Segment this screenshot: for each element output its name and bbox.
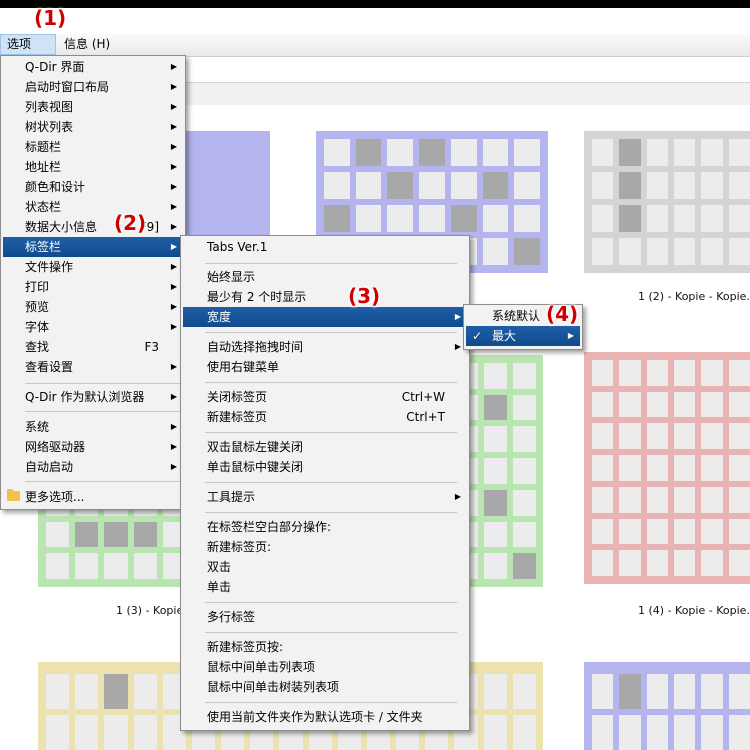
- menu-item-qdir-ui[interactable]: Q-Dir 界面 ▶: [3, 57, 183, 77]
- menu-item-find[interactable]: 查找 F3: [3, 337, 183, 357]
- tabbar-submenu: Tabs Ver.1 始终显示 最少有 2 个时显示 宽度 ▶ 自动选择拖拽时间 ▶…: [180, 235, 470, 731]
- menu-item-startup-layout[interactable]: 启动时窗口布局 ▶: [3, 77, 183, 97]
- menu-item-close-tab[interactable]: 关闭标签页 Ctrl+W: [183, 387, 467, 407]
- menu-item-more-options[interactable]: 更多选项...: [3, 487, 183, 507]
- submenu-arrow-icon: ▶: [170, 462, 177, 471]
- submenu-arrow-icon: ▶: [170, 392, 177, 401]
- menu-options[interactable]: 选项 (X): [0, 34, 56, 70]
- folder-icon: [7, 489, 20, 501]
- menu-item-view-settings[interactable]: 查看设置 ▶: [3, 357, 183, 377]
- annotation-marker-1: (1): [34, 6, 67, 30]
- menu-separator: [205, 702, 457, 703]
- menu-item-new-tab[interactable]: 新建标签页 Ctrl+T: [183, 407, 467, 427]
- submenu-arrow-icon: ▶: [170, 142, 177, 151]
- menu-separator: [205, 482, 457, 483]
- menu-item-multiline-tabs[interactable]: 多行标签: [183, 607, 467, 627]
- menu-item-tooltips[interactable]: 工具提示 ▶: [183, 487, 467, 507]
- menu-item-preview[interactable]: 预览 ▶: [3, 297, 183, 317]
- menu-item-print[interactable]: 打印 ▶: [3, 277, 183, 297]
- submenu-arrow-icon: ▶: [170, 162, 177, 171]
- menu-item-list-view[interactable]: 列表视图 ▶: [3, 97, 183, 117]
- menu-item-address-bar[interactable]: 地址栏 ▶: [3, 157, 183, 177]
- submenu-arrow-icon: ▶: [170, 302, 177, 311]
- menu-item-default-browser[interactable]: Q-Dir 作为默认浏览器 ▶: [3, 387, 183, 407]
- submenu-arrow-icon: ▶: [454, 312, 461, 321]
- menu-item-width[interactable]: 宽度 ▶: [183, 307, 467, 327]
- submenu-arrow-icon: ▶: [170, 362, 177, 371]
- menu-item-middle-click-close[interactable]: 单击鼠标中键关闭: [183, 457, 467, 477]
- annotation-marker-4: (4): [546, 302, 579, 326]
- submenu-arrow-icon: ▶: [170, 102, 177, 111]
- options-menu: Q-Dir 界面 ▶ 启动时窗口布局 ▶ 列表视图 ▶ 树状列表 ▶ 标题栏 ▶ 地址栏 ▶…: [0, 55, 186, 510]
- menu-item-blank-area-action: 在标签栏空白部分操作:: [207, 520, 332, 534]
- window-top-strip: [0, 0, 750, 8]
- submenu-arrow-icon: ▶: [170, 262, 177, 271]
- menu-item-show-min-two[interactable]: 最少有 2 个时显示: [183, 287, 467, 307]
- menu-item-middle-click-list-item[interactable]: 鼠标中间单击列表项: [183, 657, 467, 677]
- menu-item-use-context-menu[interactable]: 使用右键菜单: [183, 357, 467, 377]
- menu-item-file-operations[interactable]: 文件操作 ▶: [3, 257, 183, 277]
- menu-item-use-current-folder-default[interactable]: 使用当前文件夹作为默认选项卡 / 文件夹: [183, 707, 467, 727]
- file-label[interactable]: 1 (2) - Kopie - Kopie.p: [638, 290, 750, 303]
- menu-separator: [25, 411, 181, 412]
- submenu-arrow-icon: ▶: [170, 422, 177, 431]
- menu-item-double-click[interactable]: 双击: [183, 557, 467, 577]
- submenu-arrow-icon: ▶: [567, 331, 574, 340]
- menu-item-tab-bar[interactable]: 标签栏 ▶: [3, 237, 183, 257]
- submenu-arrow-icon: ▶: [170, 322, 177, 331]
- menu-item-tree-list[interactable]: 树状列表 ▶: [3, 117, 183, 137]
- annotation-marker-2: (2): [114, 211, 147, 235]
- menu-item-middle-click-tree-item[interactable]: 鼠标中间单击树装列表项: [183, 677, 467, 697]
- menu-separator: [205, 263, 457, 264]
- menu-item-new-tab-heading: 新建标签页:: [207, 540, 272, 554]
- menu-separator: [205, 512, 457, 513]
- menu-item-dblclick-left-close[interactable]: 双击鼠标左键关闭: [183, 437, 467, 457]
- submenu-arrow-icon: ▶: [170, 242, 177, 251]
- submenu-arrow-icon: ▶: [170, 82, 177, 91]
- menu-item-maximum[interactable]: ✓ 最大 ▶: [466, 326, 580, 346]
- thumbnail-blue-bottom[interactable]: [580, 662, 750, 750]
- menu-item-data-size-info[interactable]: 数据大小信息 F9] ▶: [3, 217, 183, 237]
- thumbnail-red[interactable]: [580, 352, 750, 584]
- menu-item-single-click[interactable]: 单击: [183, 577, 467, 597]
- submenu-arrow-icon: ▶: [170, 62, 177, 71]
- menu-item-system[interactable]: 系统 ▶: [3, 417, 183, 437]
- menu-separator: [205, 632, 457, 633]
- submenu-arrow-icon: ▶: [170, 282, 177, 291]
- submenu-arrow-icon: ▶: [170, 202, 177, 211]
- submenu-arrow-icon: ▶: [170, 442, 177, 451]
- menu-item-always-show[interactable]: 始终显示: [183, 267, 467, 287]
- file-label[interactable]: 1 (3) - Kopie: [116, 604, 183, 617]
- checkmark-icon: ✓: [472, 329, 483, 343]
- menu-separator: [205, 602, 457, 603]
- submenu-arrow-icon: ▶: [454, 342, 461, 351]
- menu-separator: [205, 332, 457, 333]
- menu-item-auto-select-drag-time[interactable]: 自动选择拖拽时间 ▶: [183, 337, 467, 357]
- annotation-marker-3: (3): [348, 284, 381, 308]
- file-label[interactable]: 1 (4) - Kopie - Kopie.p: [638, 604, 750, 617]
- menu-info[interactable]: 信息 (H): [58, 34, 116, 55]
- submenu-arrow-icon: ▶: [170, 222, 177, 231]
- menu-item-colors-design[interactable]: 颜色和设计 ▶: [3, 177, 183, 197]
- menu-separator: [25, 383, 181, 384]
- menu-item-new-tab-by: 新建标签页按:: [207, 640, 284, 654]
- submenu-arrow-icon: ▶: [454, 492, 461, 501]
- menu-item-font[interactable]: 字体 ▶: [3, 317, 183, 337]
- submenu-arrow-icon: ▶: [170, 182, 177, 191]
- submenu-arrow-icon: ▶: [170, 122, 177, 131]
- menu-bar: 选项 (X) 信息 (H): [0, 34, 750, 70]
- menu-item-network-drives[interactable]: 网络驱动器 ▶: [3, 437, 183, 457]
- thumbnail-gray-top-right[interactable]: [580, 131, 750, 281]
- menu-separator: [205, 382, 457, 383]
- menu-item-title-bar[interactable]: 标题栏 ▶: [3, 137, 183, 157]
- menu-item-tabs-version[interactable]: Tabs Ver.1: [183, 237, 467, 257]
- menu-item-autostart[interactable]: 自动启动 ▶: [3, 457, 183, 477]
- menu-separator: [25, 481, 181, 482]
- menu-separator: [205, 432, 457, 433]
- menu-item-status-bar[interactable]: 状态栏 ▶: [3, 197, 183, 217]
